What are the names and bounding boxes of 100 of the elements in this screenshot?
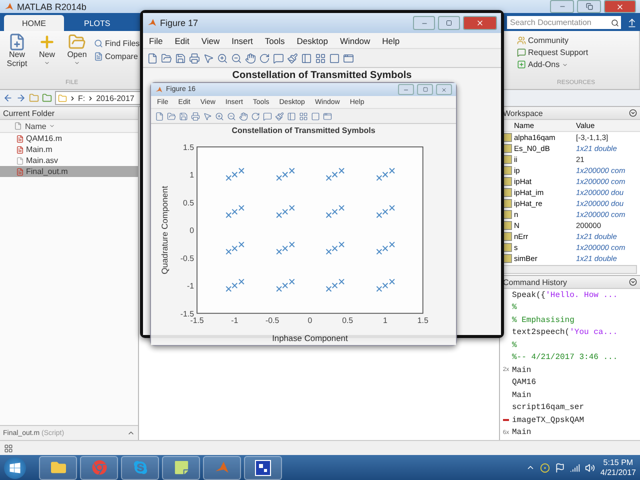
forward-icon[interactable]: [16, 93, 26, 103]
ribbon-button[interactable]: Community: [517, 36, 635, 45]
menu-item[interactable]: View: [201, 36, 220, 46]
grid-icon[interactable]: [299, 112, 308, 120]
horizontal-scrollbar[interactable]: [503, 265, 637, 274]
ribbon-button[interactable]: New Script: [4, 33, 30, 80]
history-entry[interactable]: text2speech('You ca...: [500, 326, 640, 339]
figure-window-icon[interactable]: [255, 460, 271, 476]
rotate-icon[interactable]: [251, 112, 260, 120]
matlab-logo-icon: [147, 18, 157, 28]
folder-listing-row[interactable]: Final_out.m: [0, 166, 138, 177]
layout-icon[interactable]: [4, 444, 13, 452]
print-icon[interactable]: [189, 52, 200, 64]
panel-icon[interactable]: [287, 112, 296, 120]
column-header[interactable]: Name: [0, 120, 138, 133]
expand-icon[interactable]: [127, 429, 135, 437]
ribbon-button[interactable]: New: [34, 33, 60, 80]
square-icon[interactable]: [329, 52, 340, 64]
ribbon-tab[interactable]: HOME: [4, 15, 64, 31]
back-icon[interactable]: [3, 93, 13, 103]
search-field[interactable]: Search Documentation: [507, 16, 609, 29]
folder-listing-row[interactable]: Main.asv: [0, 155, 138, 166]
pointer-icon[interactable]: [203, 52, 214, 64]
history-entry[interactable]: %: [500, 302, 640, 314]
folder-icon[interactable]: [50, 460, 66, 475]
speech-bubble-icon[interactable]: [273, 52, 284, 64]
zoom-out-icon[interactable]: [231, 52, 242, 64]
caret-icon: [74, 60, 80, 66]
people-icon: [517, 36, 526, 45]
maximize-button[interactable]: [417, 84, 433, 95]
panel-icon[interactable]: [301, 52, 312, 64]
file-icon: [16, 156, 24, 164]
path-field[interactable]: F: 2016-2017: [55, 91, 141, 105]
ribbon-tab[interactable]: PLOTS: [66, 15, 128, 31]
collapse-ribbon-icon[interactable]: [627, 18, 637, 28]
history-entry[interactable]: % Emphasising: [500, 314, 640, 326]
rotate-icon[interactable]: [259, 52, 270, 64]
history-entry[interactable]: QAM16: [500, 376, 640, 389]
history-entry[interactable]: %: [500, 339, 640, 352]
new-file-icon[interactable]: [147, 52, 158, 64]
zoom-in-icon[interactable]: [215, 112, 224, 120]
ribbon-button[interactable]: Request Support: [517, 48, 635, 57]
zoom-in-icon[interactable]: [217, 52, 228, 64]
open-folder-icon[interactable]: [161, 52, 172, 64]
menu-item[interactable]: Window: [340, 36, 370, 46]
new-file-icon[interactable]: [155, 112, 164, 120]
print-icon[interactable]: [191, 112, 200, 120]
menu-item[interactable]: File: [149, 36, 163, 46]
folder-listing-row[interactable]: QAM16.m: [0, 133, 138, 144]
minimize-icon: [403, 86, 409, 92]
ribbon-button[interactable]: Compare: [94, 52, 140, 61]
panel-menu-icon[interactable]: [629, 278, 637, 286]
hand-icon[interactable]: [245, 52, 256, 64]
start-button[interactable]: [4, 456, 26, 478]
window-icon[interactable]: [343, 52, 354, 64]
ribbon-button[interactable]: Find Files: [94, 39, 140, 48]
ribbon-button[interactable]: Open: [64, 33, 90, 80]
path-segment[interactable]: 2016-2017: [96, 94, 134, 102]
tray-app-icon[interactable]: [540, 462, 550, 472]
zoom-out-icon[interactable]: [227, 112, 236, 120]
x-axis-label: Inphase Component: [272, 333, 348, 344]
menu-item[interactable]: Help: [382, 36, 400, 46]
clock[interactable]: 5:15 PM 4/21/2017: [600, 458, 636, 478]
window-title: Figure 17: [160, 18, 198, 28]
history-entry[interactable]: %-- 4/21/2017 3:46 ...: [500, 352, 640, 364]
speech-bubble-icon[interactable]: [263, 112, 272, 120]
signal-icon[interactable]: [570, 462, 580, 472]
menu-item[interactable]: Insert: [232, 36, 253, 46]
tick-label: -0.5: [180, 254, 194, 263]
maximize-button[interactable]: [577, 0, 601, 13]
panel-menu-icon[interactable]: [629, 109, 637, 117]
column-title: Name: [25, 122, 46, 130]
tray-expand-icon[interactable]: [526, 463, 536, 472]
search-button[interactable]: [609, 16, 621, 29]
menu-item[interactable]: Desktop: [296, 36, 328, 46]
pointer-icon[interactable]: [203, 112, 212, 120]
save-icon[interactable]: [179, 112, 188, 120]
history-entry[interactable]: Speak({'Hello. How ...: [500, 289, 640, 302]
history-entry[interactable]: script16qam_ser: [500, 402, 640, 414]
caret-icon: [562, 62, 568, 68]
maximize-button[interactable]: [438, 16, 460, 30]
square-icon[interactable]: [311, 112, 320, 120]
history-entry[interactable]: imageTX_QpskQAM: [500, 414, 640, 426]
flag-icon[interactable]: [555, 462, 566, 472]
sticky-notes-icon[interactable]: [174, 460, 188, 475]
path-segment[interactable]: F:: [78, 94, 86, 102]
axes-title: Constellation of Transmitted Symbols: [232, 70, 412, 81]
save-icon[interactable]: [175, 52, 186, 64]
window-icon[interactable]: [323, 112, 332, 120]
open-folder-icon[interactable]: [167, 112, 176, 120]
volume-icon[interactable]: [585, 462, 596, 472]
folder-listing-row[interactable]: Main.m: [0, 144, 138, 155]
brush-icon[interactable]: [275, 112, 284, 120]
history-entry[interactable]: Main: [500, 389, 640, 402]
menu-item[interactable]: Tools: [264, 36, 285, 46]
brush-icon[interactable]: [287, 52, 298, 64]
ribbon-button[interactable]: Add-Ons: [517, 60, 635, 69]
grid-icon[interactable]: [315, 52, 326, 64]
menu-item[interactable]: Edit: [174, 36, 190, 46]
hand-icon[interactable]: [239, 112, 248, 120]
